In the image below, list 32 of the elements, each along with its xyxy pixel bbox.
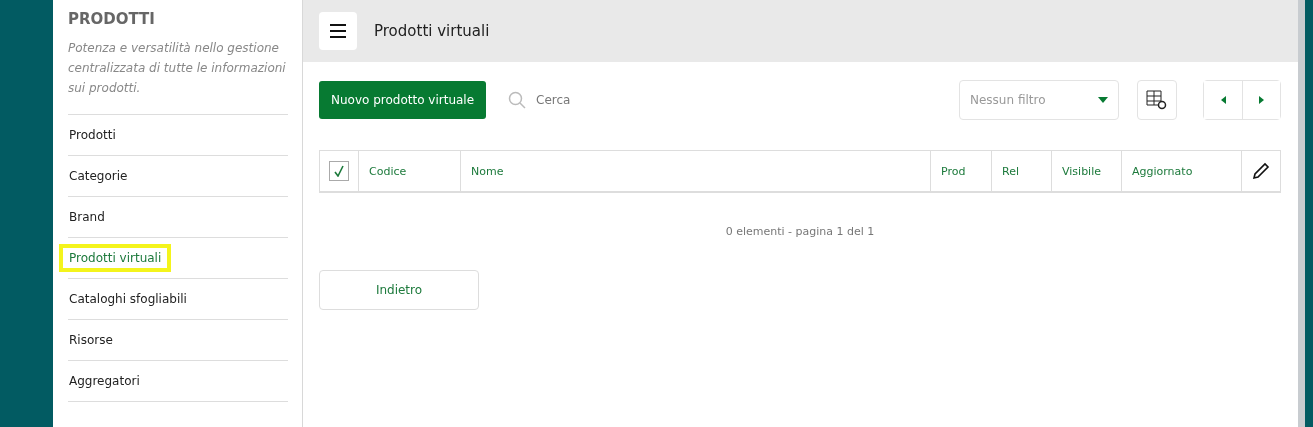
check-icon (334, 165, 344, 177)
scrollbar[interactable] (1298, 0, 1305, 427)
sidebar-item[interactable]: Risorse (59, 326, 123, 354)
left-triangle-icon (1220, 96, 1226, 104)
search-icon (508, 91, 527, 109)
column-header[interactable]: Prod (941, 164, 966, 178)
sidebar-description: Potenza e versatilità nello gestione centralizzata di tutte le informazioni sui prodotti. (68, 38, 288, 115)
column-header[interactable]: Rel (1002, 164, 1019, 178)
sidebar-item[interactable]: Cataloghi sfogliabili (59, 285, 197, 313)
back-button[interactable]: Indietro (319, 270, 479, 310)
pagination-info: 0 elementi - pagina 1 del 1 (725, 225, 875, 238)
sidebar-item[interactable]: Prodotti (59, 121, 126, 149)
sidebar-item[interactable]: Prodotti virtuali (59, 244, 172, 272)
caret-icon (1098, 97, 1108, 103)
menu-button[interactable] (319, 12, 357, 50)
new-item-button[interactable]: Nuovo prodotto virtuale (319, 81, 487, 119)
table-settings-button[interactable] (1137, 80, 1177, 120)
pencil-icon[interactable] (1252, 162, 1270, 180)
sidebar-item[interactable]: Brand (59, 203, 115, 231)
column-header[interactable]: Codice (369, 164, 407, 178)
table-gear-icon (1146, 90, 1168, 110)
sidebar-item[interactable]: Aggregatori (59, 367, 150, 395)
filter-dropdown[interactable]: Nessun filtro (959, 80, 1119, 120)
column-header[interactable]: Aggiornato (1132, 164, 1193, 178)
right-triangle-icon (1259, 96, 1264, 104)
select-all-checkbox[interactable] (329, 161, 349, 181)
column-header[interactable]: Nome (471, 164, 504, 178)
column-header[interactable]: Visibile (1062, 164, 1101, 178)
menu-icon (330, 24, 346, 38)
sidebar-title: PRODOTTI (68, 10, 156, 28)
sidebar-item[interactable]: Categorie (59, 162, 138, 190)
page-title: Prodotti virtuali (374, 22, 490, 40)
